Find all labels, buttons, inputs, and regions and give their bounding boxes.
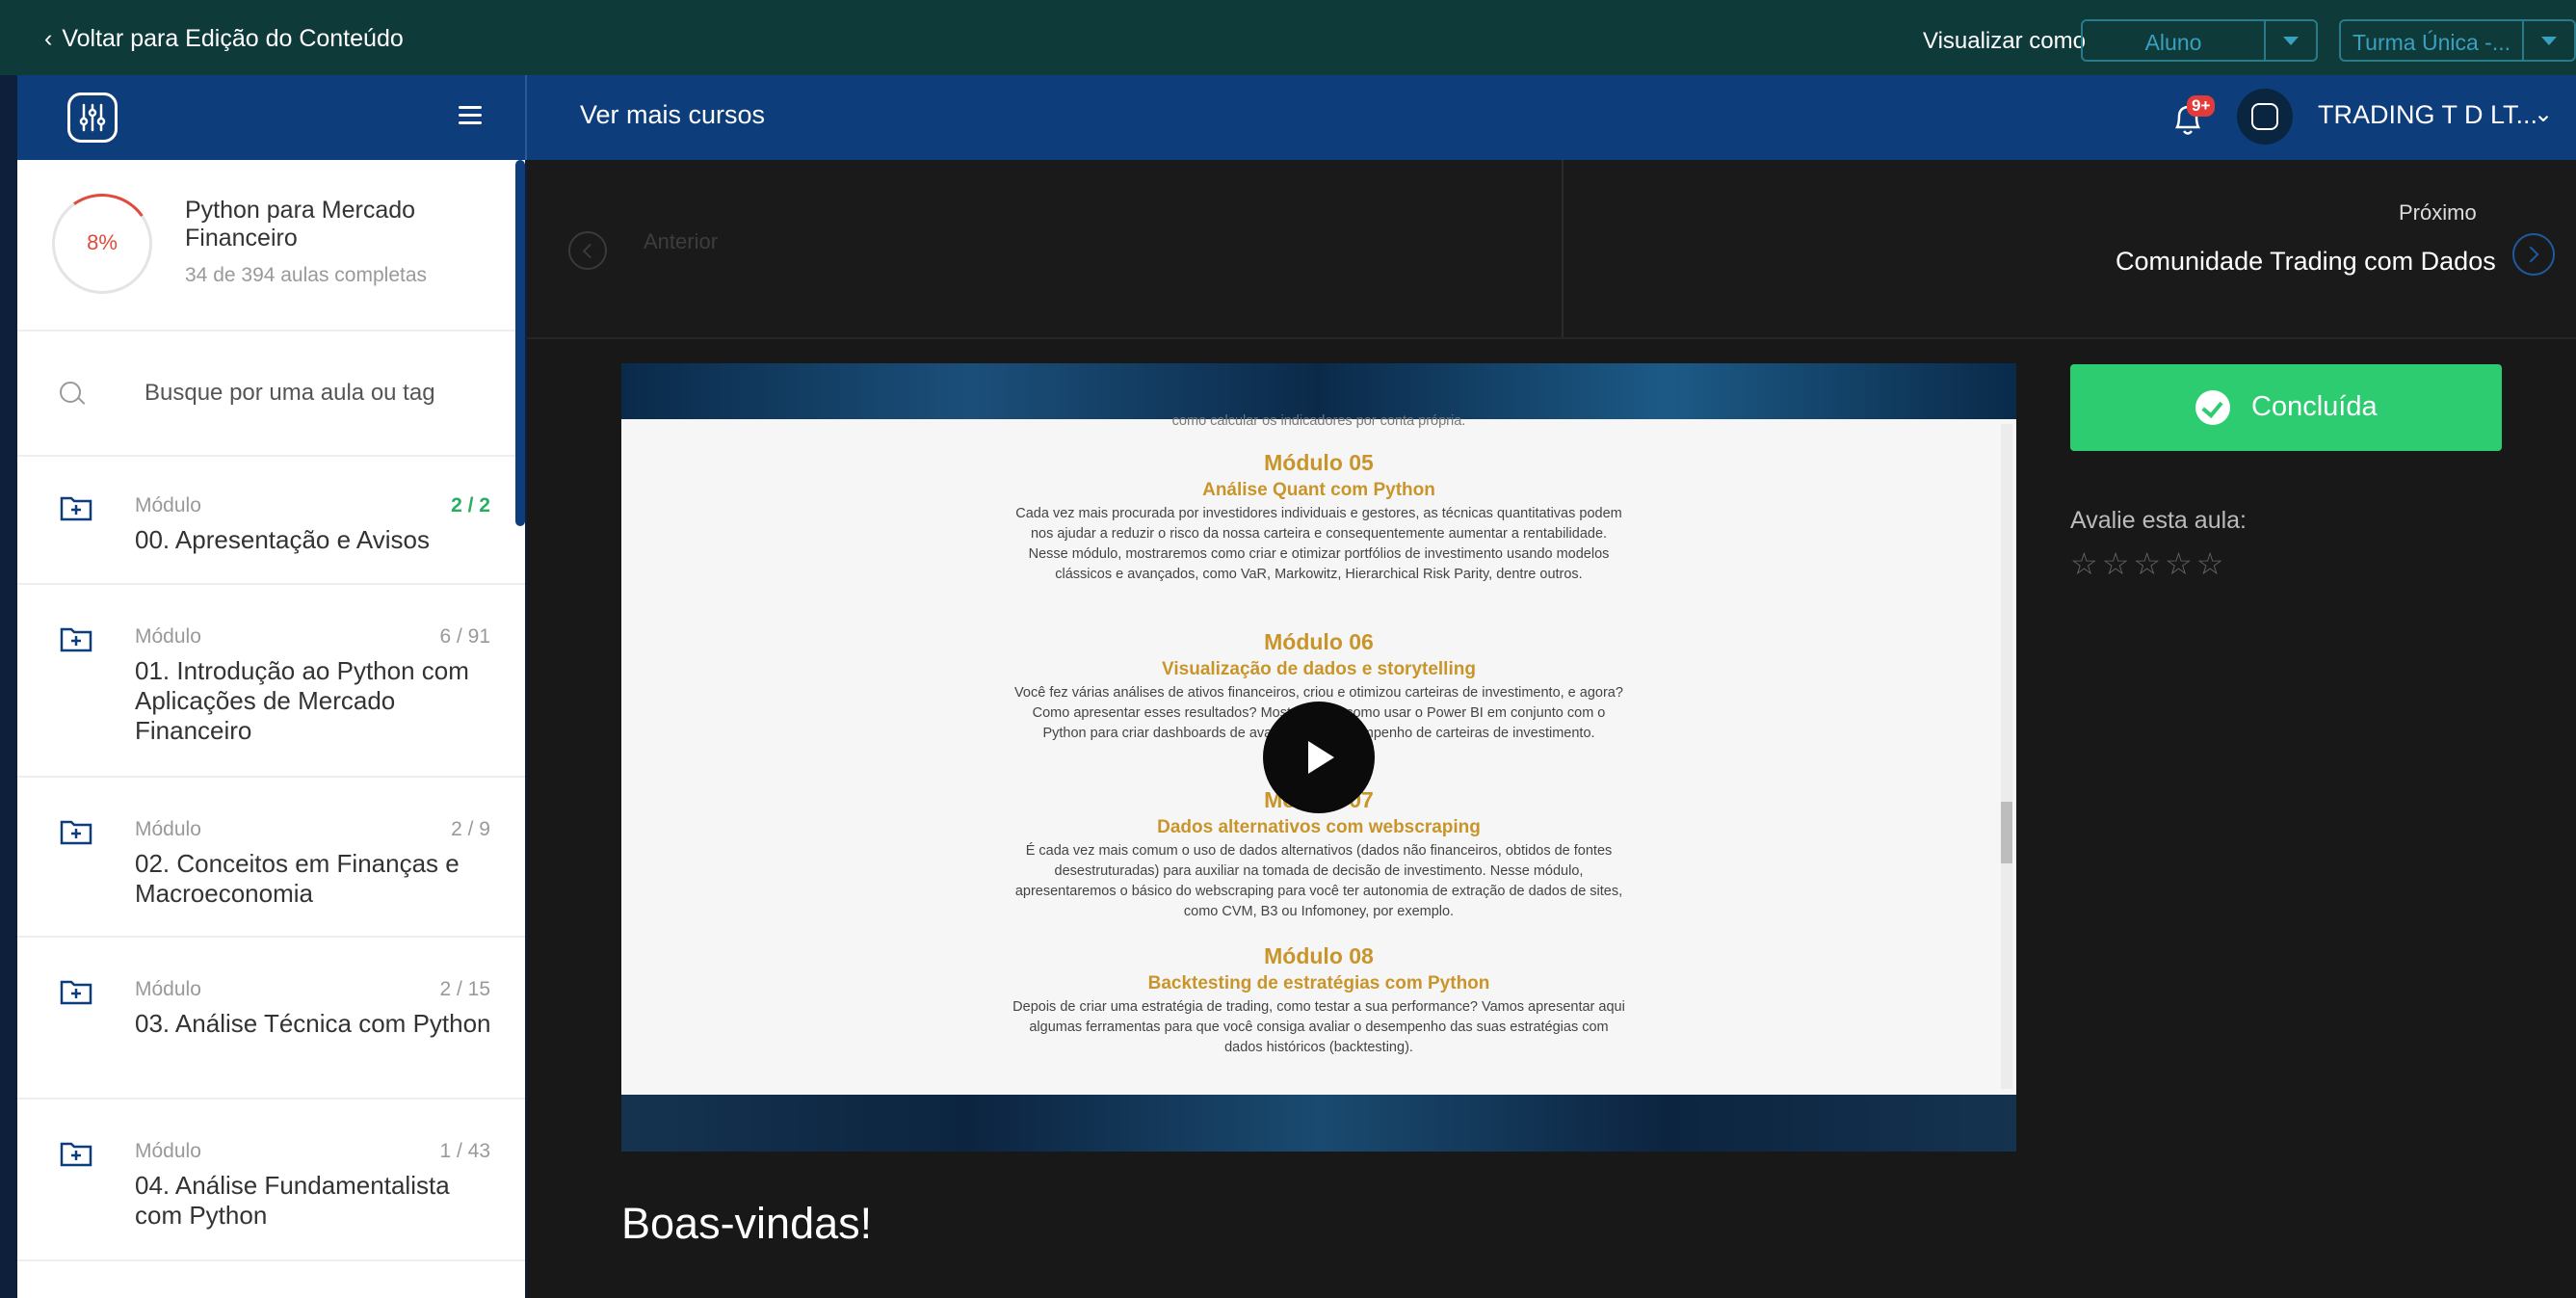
- lesson-title: Boas-vindas!: [621, 1199, 873, 1248]
- search-icon: [60, 382, 81, 403]
- view-as-dropdown[interactable]: Aluno: [2081, 19, 2318, 62]
- module-title: 00. Apresentação e Avisos: [135, 525, 430, 554]
- next-label: Próximo: [2399, 200, 2477, 225]
- previous-label[interactable]: Anterior: [644, 229, 718, 254]
- module-label: Módulo: [135, 625, 201, 648]
- class-dropdown[interactable]: Turma Única -...: [2339, 19, 2576, 62]
- module-title: 01. Introdução ao Python com Aplicações …: [135, 656, 469, 745]
- slide-module-title: Módulo 06: [1264, 629, 1374, 654]
- slide-module-subtitle: Backtesting de estratégias com Python: [1147, 973, 1490, 993]
- course-title: Python para Mercado Financeiro: [185, 197, 416, 252]
- module-item[interactable]: Módulo 2 / 2 00. Apresentação e Avisos: [17, 456, 525, 585]
- folder-plus-icon: [60, 627, 92, 652]
- course-summary: 8% Python para Mercado Financeiro 34 de …: [17, 160, 525, 331]
- module-label: Módulo: [135, 494, 201, 517]
- platform-logo-icon[interactable]: [67, 93, 118, 143]
- slide-module-subtitle: Dados alternativos com webscraping: [1157, 817, 1481, 837]
- module-item[interactable]: Módulo 2 / 15 03. Análise Técnica com Py…: [17, 938, 525, 1099]
- module-item[interactable]: Módulo 6 / 91 01. Introdução ao Python c…: [17, 585, 525, 778]
- module-item[interactable]: Módulo 2 / 9 02. Conceitos em Finanças e…: [17, 778, 525, 938]
- module-item[interactable]: Módulo 1 / 43 04. Análise Fundamentalist…: [17, 1099, 525, 1261]
- module-count: 2 / 9: [451, 818, 490, 840]
- next-lesson-button[interactable]: [2512, 233, 2555, 276]
- folder-plus-icon: [60, 820, 92, 845]
- chevron-down-icon[interactable]: ⌄: [2534, 100, 2553, 128]
- slide-scrollbar[interactable]: [2001, 424, 2012, 1089]
- folder-plus-icon: [60, 496, 92, 521]
- module-count: 2 / 15: [439, 978, 490, 1000]
- lesson-search[interactable]: Busque por uma aula ou tag: [17, 331, 525, 457]
- play-button-icon[interactable]: [1263, 702, 1375, 813]
- module-title: 02. Conceitos em Finanças e Macroeconomi…: [135, 849, 460, 908]
- user-avatar[interactable]: [2237, 89, 2293, 145]
- slide-scroll-thumb[interactable]: [2001, 802, 2012, 863]
- folder-plus-icon: [60, 1142, 92, 1167]
- course-progress-text: 34 de 394 aulas completas: [185, 264, 428, 286]
- module-title: 03. Análise Técnica com Python: [135, 1009, 491, 1038]
- previous-lesson-button[interactable]: [568, 231, 607, 270]
- class-value: Turma Única -...: [2352, 30, 2510, 55]
- view-as-value: Aluno: [2144, 30, 2202, 55]
- next-lesson-title[interactable]: Comunidade Trading com Dados: [2116, 247, 2496, 277]
- company-name[interactable]: TRADING T D LT...: [2318, 100, 2537, 130]
- module-title: 04. Análise Fundamentalista com Python: [135, 1171, 450, 1230]
- back-label: Voltar para Edição do Conteúdo: [62, 25, 404, 52]
- module-label: Módulo: [135, 978, 201, 1000]
- view-as-label: Visualizar como: [1923, 28, 2086, 54]
- module-count: 1 / 43: [439, 1140, 490, 1162]
- back-to-edit-link[interactable]: ‹ Voltar para Edição do Conteúdo: [44, 25, 404, 53]
- admin-bar: ‹ Voltar para Edição do Conteúdo Visualiz…: [0, 0, 2576, 75]
- chevron-left-icon: ‹: [44, 25, 53, 52]
- completed-label: Concluída: [2251, 391, 2378, 422]
- module-label: Módulo: [135, 818, 201, 840]
- module-count: 6 / 91: [439, 625, 490, 648]
- module-label: Módulo: [135, 1140, 201, 1162]
- more-courses-link[interactable]: Ver mais cursos: [580, 100, 765, 130]
- menu-toggle-icon[interactable]: [459, 106, 482, 125]
- slide-module-subtitle: Análise Quant com Python: [1202, 480, 1435, 500]
- slide-text: É cada vez mais comum o uso de dados alt…: [1014, 843, 1623, 919]
- slide-module-title: Módulo 08: [1264, 943, 1374, 968]
- video-banner-bottom: [621, 1095, 2016, 1152]
- star-rating[interactable]: ☆☆☆☆☆: [2070, 545, 2227, 582]
- search-input[interactable]: Busque por uma aula ou tag: [145, 380, 435, 407]
- slide-module-subtitle: Visualização de dados e storytelling: [1162, 659, 1476, 679]
- module-count: 2 / 2: [451, 494, 490, 517]
- rate-lesson-label: Avalie esta aula:: [2070, 507, 2247, 534]
- slide-module-title: Módulo 05: [1264, 450, 1374, 475]
- folder-plus-icon: [60, 980, 92, 1005]
- notification-badge: 9+: [2187, 95, 2216, 117]
- sidebar-scrollbar[interactable]: [515, 160, 525, 526]
- check-circle-icon: [2195, 390, 2230, 425]
- nav-divider: [1562, 160, 1564, 337]
- dropdown-arrow-icon[interactable]: [2522, 21, 2574, 60]
- course-sidebar: 8% Python para Mercado Financeiro 34 de …: [17, 160, 525, 1298]
- slide-text: Cada vez mais procurada por investidores…: [1015, 506, 1622, 582]
- company-logo-icon: [2251, 103, 2278, 130]
- completed-button[interactable]: Concluída: [2070, 364, 2502, 451]
- header-divider: [525, 75, 527, 160]
- slide-text: Depois de criar uma estratégia de tradin…: [1012, 999, 1625, 1055]
- progress-percent: 8%: [87, 230, 118, 254]
- dropdown-arrow-icon[interactable]: [2264, 21, 2316, 60]
- slide-text: como calcular os indicadores por conta p…: [1171, 413, 1466, 429]
